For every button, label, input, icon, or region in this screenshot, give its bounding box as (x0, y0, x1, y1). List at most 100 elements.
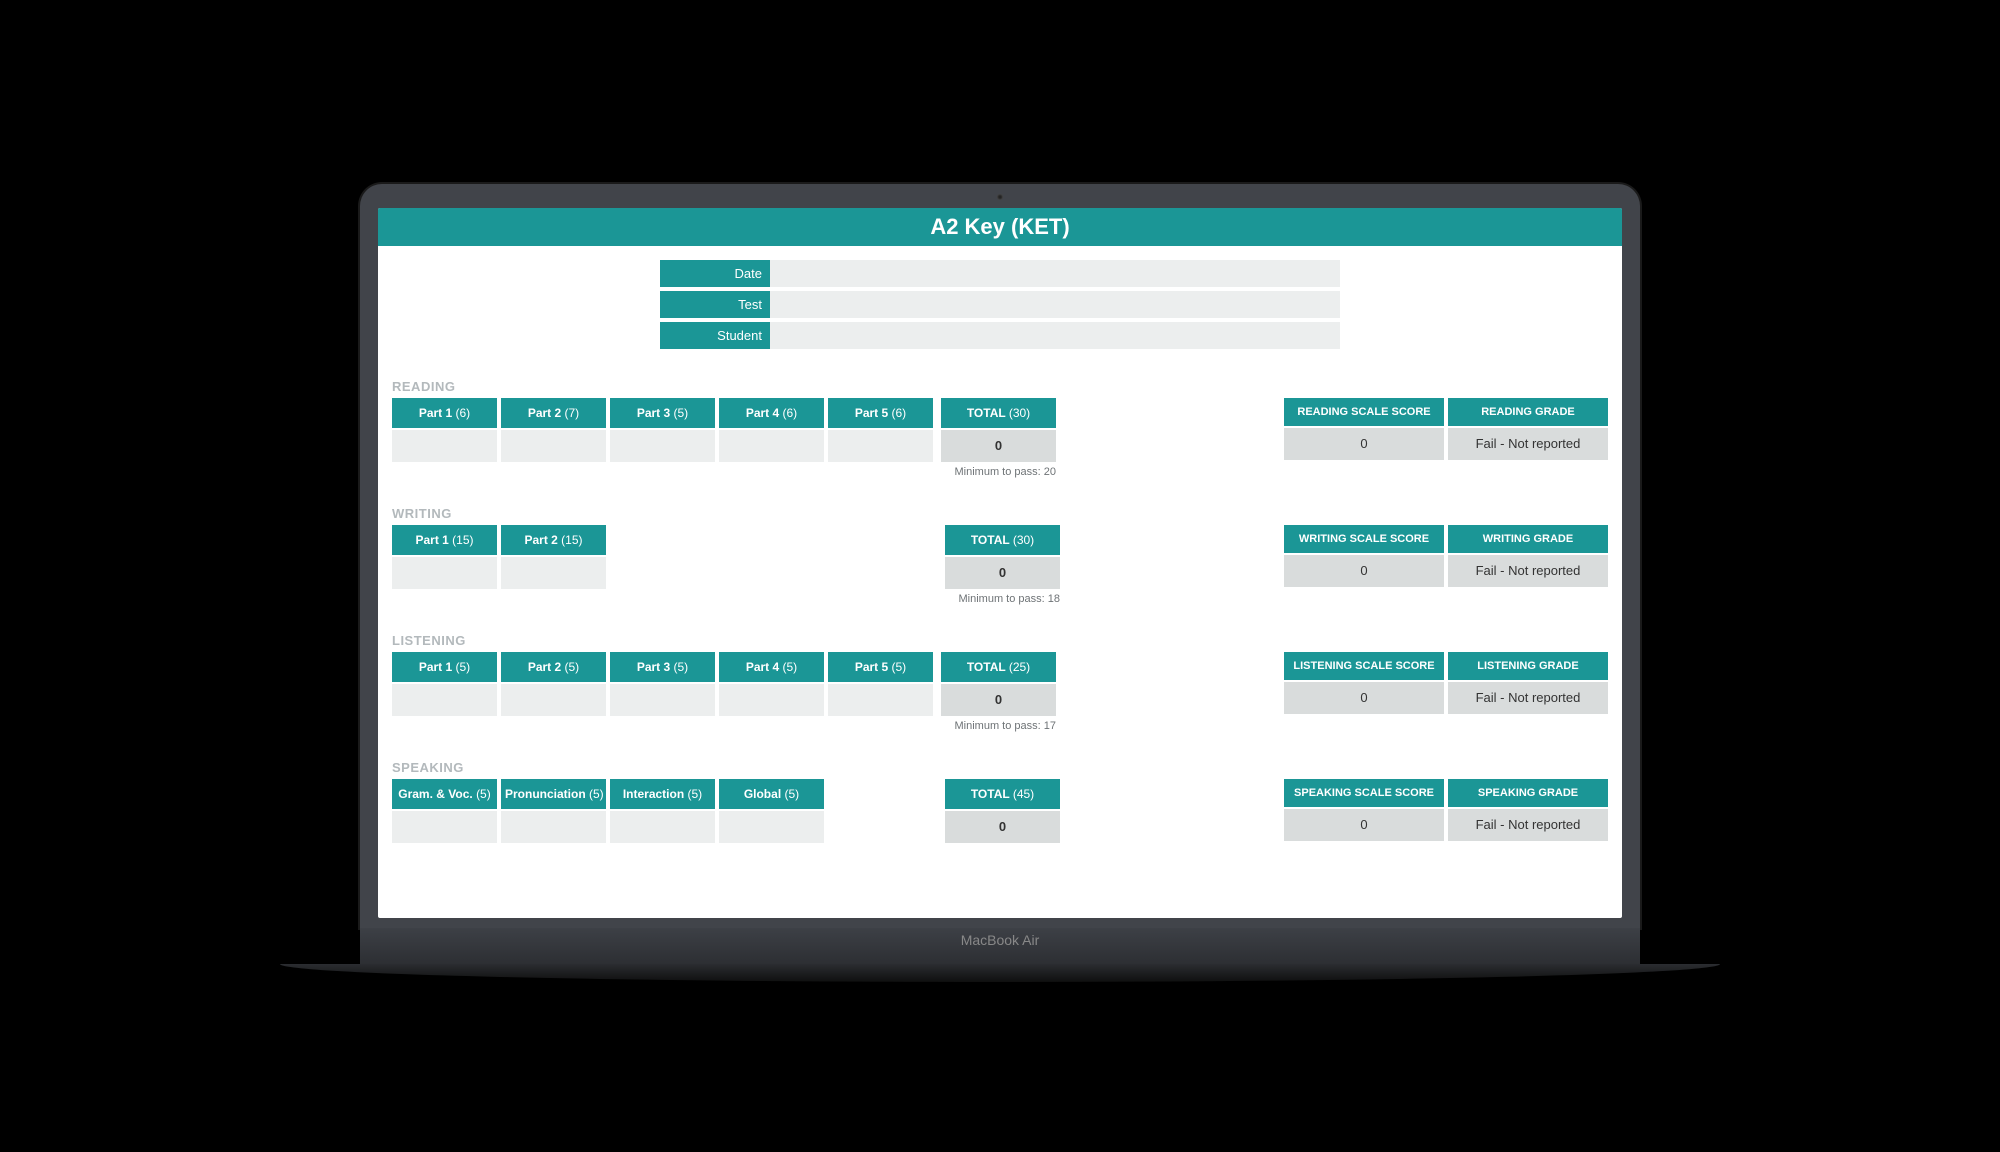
listening-part-2-value[interactable] (501, 684, 606, 716)
reading-part-5: Part 5 (6) (828, 398, 933, 462)
speaking-scale-label: SPEAKING SCALE SCORE (1284, 779, 1444, 807)
meta-label-date: Date (660, 260, 770, 287)
listening-grade-value: Fail - Not reported (1448, 682, 1608, 714)
writing-grade: WRITING GRADE Fail - Not reported (1448, 525, 1608, 587)
writing-part-1-max: (15) (452, 533, 473, 547)
writing-total: TOTAL (30) 0 Minimum to pass: 18 (945, 525, 1060, 605)
writing-scale-value: 0 (1284, 555, 1444, 587)
speaking-parts: Gram. & Voc. (5) Pronunciation (5) Inter… (392, 779, 824, 843)
laptop-base: MacBook Air (360, 928, 1640, 968)
screen-bezel: A2 Key (KET) Date Test Student READING (360, 184, 1640, 928)
device-label: MacBook Air (961, 932, 1040, 948)
reading-total-label: TOTAL (967, 406, 1006, 420)
writing-parts: Part 1 (15) Part 2 (15) (392, 525, 606, 589)
writing-scale-label: WRITING SCALE SCORE (1284, 525, 1444, 553)
reading-total-max: (30) (1009, 406, 1030, 420)
listening-part-1-value[interactable] (392, 684, 497, 716)
meta-label-test: Test (660, 291, 770, 318)
listening-part-5-value[interactable] (828, 684, 933, 716)
speaking-part-4-value[interactable] (719, 811, 824, 843)
listening-total-label: TOTAL (967, 660, 1006, 674)
speaking-part-1-value[interactable] (392, 811, 497, 843)
writing-part-2-max: (15) (561, 533, 582, 547)
section-reading: READING Part 1 (6) Part 2 (7) (378, 379, 1622, 506)
section-speaking: SPEAKING Gram. & Voc. (5) Pronunciation … (378, 760, 1622, 871)
reading-part-4-name: Part 4 (746, 406, 779, 420)
reading-part-5-value[interactable] (828, 430, 933, 462)
speaking-grade: SPEAKING GRADE Fail - Not reported (1448, 779, 1608, 841)
reading-part-2-value[interactable] (501, 430, 606, 462)
listening-part-4-name: Part 4 (746, 660, 779, 674)
reading-part-3-max: (5) (674, 406, 689, 420)
section-label-reading: READING (392, 379, 1608, 394)
speaking-part-3-name: Interaction (623, 787, 684, 801)
writing-total-max: (30) (1013, 533, 1034, 547)
page-title: A2 Key (KET) (378, 208, 1622, 246)
reading-part-2-name: Part 2 (528, 406, 561, 420)
listening-grade-label: LISTENING GRADE (1448, 652, 1608, 680)
reading-part-1-max: (6) (456, 406, 471, 420)
speaking-grade-label: SPEAKING GRADE (1448, 779, 1608, 807)
reading-part-4-max: (6) (783, 406, 798, 420)
section-label-writing: WRITING (392, 506, 1608, 521)
meta-value-student[interactable] (770, 322, 1340, 349)
speaking-part-2-value[interactable] (501, 811, 606, 843)
listening-part-4: Part 4 (5) (719, 652, 824, 716)
section-listening: LISTENING Part 1 (5) Part 2 (5) (378, 633, 1622, 760)
meta-block: Date Test Student (378, 260, 1622, 349)
reading-part-4: Part 4 (6) (719, 398, 824, 462)
speaking-total-value: 0 (945, 811, 1060, 843)
reading-part-3: Part 3 (5) (610, 398, 715, 462)
speaking-part-3-max: (5) (688, 787, 703, 801)
writing-part-2-value[interactable] (501, 557, 606, 589)
writing-part-2: Part 2 (15) (501, 525, 606, 589)
speaking-part-2: Pronunciation (5) (501, 779, 606, 843)
listening-part-2-name: Part 2 (528, 660, 561, 674)
speaking-part-2-name: Pronunciation (505, 787, 586, 801)
reading-part-1-name: Part 1 (419, 406, 452, 420)
listening-scale-value: 0 (1284, 682, 1444, 714)
listening-part-1-max: (5) (456, 660, 471, 674)
reading-part-2: Part 2 (7) (501, 398, 606, 462)
speaking-part-3-value[interactable] (610, 811, 715, 843)
listening-scale-label: LISTENING SCALE SCORE (1284, 652, 1444, 680)
reading-part-4-value[interactable] (719, 430, 824, 462)
reading-min-pass: Minimum to pass: 20 (941, 466, 1056, 478)
writing-part-1: Part 1 (15) (392, 525, 497, 589)
section-label-speaking: SPEAKING (392, 760, 1608, 775)
section-label-listening: LISTENING (392, 633, 1608, 648)
listening-part-5: Part 5 (5) (828, 652, 933, 716)
speaking-total-label: TOTAL (971, 787, 1010, 801)
meta-value-date[interactable] (770, 260, 1340, 287)
listening-part-1: Part 1 (5) (392, 652, 497, 716)
listening-part-4-value[interactable] (719, 684, 824, 716)
reading-part-1: Part 1 (6) (392, 398, 497, 462)
listening-total-max: (25) (1009, 660, 1030, 674)
listening-part-3: Part 3 (5) (610, 652, 715, 716)
speaking-part-1-name: Gram. & Voc. (398, 787, 472, 801)
listening-part-4-max: (5) (783, 660, 798, 674)
writing-min-pass: Minimum to pass: 18 (945, 593, 1060, 605)
reading-scale-label: READING SCALE SCORE (1284, 398, 1444, 426)
reading-grade-label: READING GRADE (1448, 398, 1608, 426)
reading-part-5-name: Part 5 (855, 406, 888, 420)
laptop-mockup: A2 Key (KET) Date Test Student READING (360, 184, 1640, 968)
listening-part-5-name: Part 5 (855, 660, 888, 674)
listening-total-value: 0 (941, 684, 1056, 716)
reading-part-2-max: (7) (565, 406, 580, 420)
reading-part-1-value[interactable] (392, 430, 497, 462)
speaking-scale-value: 0 (1284, 809, 1444, 841)
writing-part-1-value[interactable] (392, 557, 497, 589)
listening-parts: Part 1 (5) Part 2 (5) Part 3 (5) (392, 652, 933, 716)
meta-value-test[interactable] (770, 291, 1340, 318)
speaking-part-1: Gram. & Voc. (5) (392, 779, 497, 843)
reading-part-3-value[interactable] (610, 430, 715, 462)
writing-part-2-name: Part 2 (524, 533, 557, 547)
listening-part-3-value[interactable] (610, 684, 715, 716)
listening-total: TOTAL (25) 0 Minimum to pass: 17 (941, 652, 1056, 732)
speaking-grade-value: Fail - Not reported (1448, 809, 1608, 841)
reading-scale-value: 0 (1284, 428, 1444, 460)
speaking-part-4-name: Global (744, 787, 781, 801)
reading-part-5-max: (6) (892, 406, 907, 420)
reading-grade: READING GRADE Fail - Not reported (1448, 398, 1608, 460)
